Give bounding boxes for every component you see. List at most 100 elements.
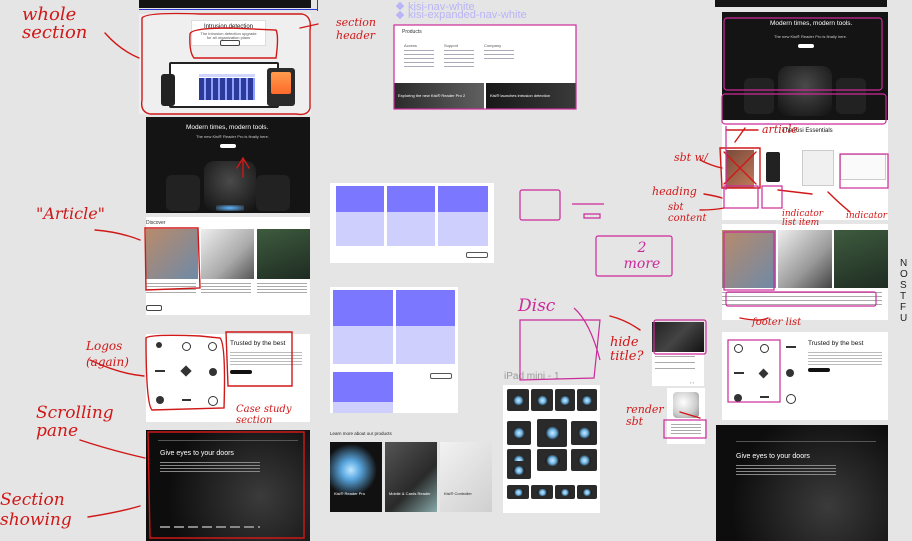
mobile-trusted-title: Trusted by the best (808, 340, 864, 347)
customer-logo (734, 344, 743, 353)
note-section-showing: Section showing (0, 490, 72, 530)
article-text-2 (201, 283, 251, 295)
cards-more-button[interactable] (466, 252, 488, 258)
cards-more-button-2[interactable] (430, 373, 452, 379)
essentials-image-2 (766, 152, 780, 182)
note-footer-list: footer list (752, 317, 802, 328)
mobile-essentials: The Kisi Essentials (722, 120, 888, 220)
note-indicator: indicator (846, 211, 888, 221)
customer-logo (208, 342, 217, 351)
diamond-icon (395, 1, 405, 11)
mobile-hero-sub: The new Kisi® Reader Pro is finally here… (774, 34, 847, 39)
customer-logo (786, 394, 796, 404)
note-hide-title: hide title? (610, 335, 644, 364)
mobile-hero-button[interactable] (798, 44, 814, 48)
customer-logo (786, 369, 794, 377)
mobile-eyes-section: Give eyes to your doors (716, 425, 888, 541)
cards-frame-2 (330, 287, 458, 413)
pager-arrows[interactable]: ‹ › (690, 380, 694, 385)
product-card-2-label: Mobile & Cards Reader (389, 491, 431, 496)
note-logos-again: Logos (again) (86, 339, 129, 369)
diamond-icon (395, 10, 405, 20)
mobile-top-nav (715, 0, 887, 7)
customer-logo (182, 399, 191, 401)
expanded-nav-frame: Products Access Support Company Explorin… (394, 25, 576, 109)
article-button-1[interactable] (146, 305, 162, 311)
note-article-right: article (762, 123, 798, 136)
product-card-3[interactable]: Kisi® Controller (440, 442, 492, 512)
customer-logo (786, 346, 796, 348)
mobile-trusted: Trusted by the best (722, 332, 888, 420)
modern-subtitle: The new Kisi® Reader Pro is finally here… (196, 134, 269, 139)
tablet-mock (267, 68, 295, 106)
laptop-mock (169, 62, 279, 108)
article-image-3[interactable] (257, 229, 310, 279)
mobile-discover (722, 224, 888, 320)
note-whole-section: whole section (22, 4, 88, 43)
blue-guide-line-v (317, 0, 318, 11)
customer-logo (156, 396, 164, 404)
intrusion-section: Intrusion detection The intrusion detect… (139, 14, 311, 114)
note-render-sbt: render sbt (626, 403, 664, 428)
note-disc: Disc (518, 296, 556, 316)
customer-logo (182, 342, 191, 351)
article-image-1[interactable] (146, 229, 198, 279)
intrusion-button[interactable] (220, 40, 240, 46)
product-card-2[interactable]: Mobile & Cards Reader (385, 442, 437, 512)
modern-button[interactable] (220, 144, 236, 148)
mobile-trusted-button[interactable] (808, 368, 830, 372)
modern-title: Modern times, modern tools. (186, 124, 269, 131)
customer-logo (156, 342, 162, 348)
note-article-left: "Article" (36, 204, 106, 223)
product-card-3-label: Kisi® Controller (444, 491, 472, 496)
customer-logo (209, 368, 217, 376)
products-heading: Products (402, 29, 422, 35)
note-heading: heading (652, 185, 697, 198)
note-indicator-list: indicator list item (782, 209, 824, 228)
nav-col-support[interactable]: Support (444, 43, 458, 48)
article-list-mini: ‹ › (652, 352, 704, 386)
customer-logo (208, 396, 218, 406)
essentials-image-1 (726, 150, 754, 188)
mobile-eyes-title: Give eyes to your doors (736, 453, 810, 460)
customer-logo (734, 372, 744, 374)
discover-label: Discover (146, 220, 166, 226)
note-sbt-content: sbt content (668, 202, 707, 224)
promo-left[interactable]: Exploring the new Kisi® Reader Pro 2 (394, 83, 484, 109)
learn-more-heading: Learn more about our products (330, 431, 392, 436)
customer-logo (180, 365, 192, 377)
trusted-title: Trusted by the best (230, 340, 286, 347)
promo-left-text: Exploring the new Kisi® Reader Pro 2 (398, 93, 466, 98)
product-card-1-label: Kisi® Reader Pro (334, 491, 365, 496)
ipad-label: iPad mini - 1 (504, 371, 560, 382)
promo-right-text: Kisi® launches intrusion detection (490, 93, 551, 98)
note-case-study: Case study section (236, 404, 292, 426)
nav-col-access[interactable]: Access (404, 43, 417, 48)
customer-logo (758, 368, 769, 379)
mobile-hero: Modern times, modern tools. The new Kisi… (722, 12, 888, 120)
essentials-image-3 (802, 150, 834, 186)
top-nav-strip (139, 0, 311, 8)
trusted-button[interactable] (230, 370, 252, 374)
note-section-header: section header (336, 16, 376, 42)
promo-right[interactable]: Kisi® launches intrusion detection (486, 83, 576, 109)
note-stub-text: NO ST FU (900, 258, 908, 324)
article-text-3 (257, 283, 307, 295)
nav-col-company[interactable]: Company (484, 43, 501, 48)
render-sbt-card (667, 388, 705, 444)
note-scrolling-pane: Scrolling pane (36, 403, 114, 441)
phone-mock (161, 74, 175, 106)
scrolling-pane-section: Give eyes to your doors (146, 430, 310, 541)
article-text-1 (146, 283, 196, 295)
note-sbt-w: sbt w/ (674, 151, 708, 164)
article-thumb-dark (652, 322, 704, 352)
blue-guide-line (139, 9, 317, 10)
note-two-more: 2 more (623, 240, 661, 272)
intrusion-title: Intrusion detection (203, 24, 254, 30)
eyes-title: Give eyes to your doors (160, 450, 234, 457)
product-card-1[interactable]: Kisi® Reader Pro (330, 442, 382, 512)
cards-frame-3 (330, 183, 494, 263)
article-image-2[interactable] (201, 229, 254, 279)
modern-times-section: Modern times, modern tools. The new Kisi… (146, 117, 310, 213)
customer-logo (734, 394, 742, 402)
